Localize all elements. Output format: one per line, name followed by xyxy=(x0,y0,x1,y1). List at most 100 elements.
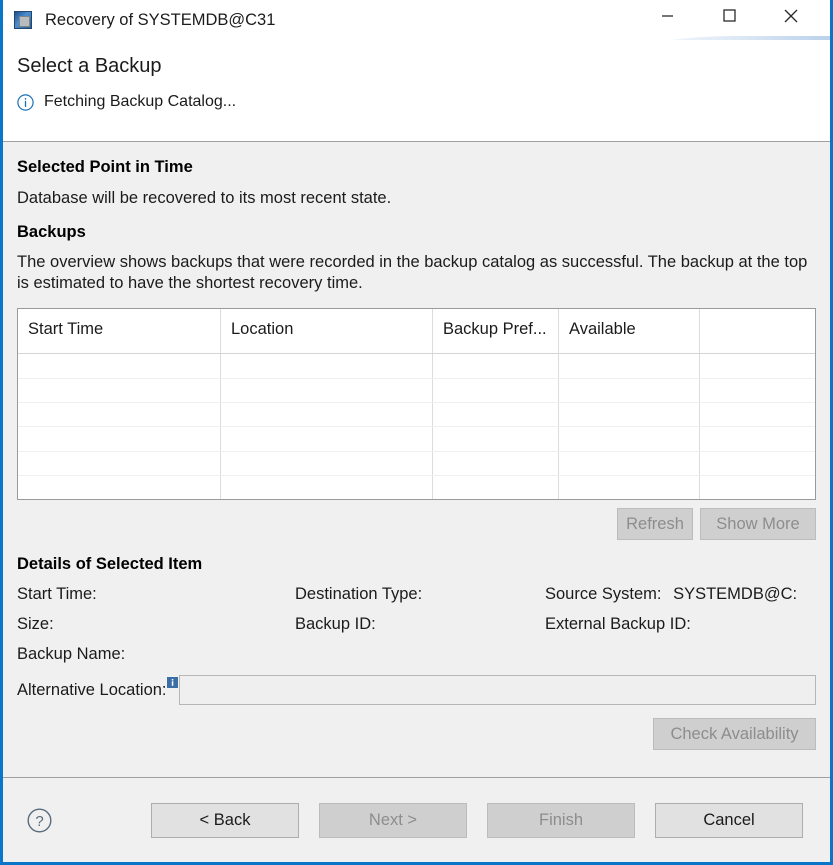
window-title: Recovery of SYSTEMDB@C31 xyxy=(45,10,276,29)
table-cell xyxy=(559,402,700,427)
detail-start-time: Start Time: xyxy=(17,585,295,604)
table-actions: Refresh Show More xyxy=(17,508,816,541)
backups-table[interactable]: Start Time Location Backup Pref... Avail… xyxy=(17,308,816,501)
detail-label: Start Time: xyxy=(17,585,97,604)
table-cell xyxy=(559,378,700,402)
cancel-button[interactable]: Cancel xyxy=(655,802,803,838)
status-row: Fetching Backup Catalog... xyxy=(17,93,830,111)
minimize-button[interactable] xyxy=(644,0,690,31)
detail-source-system: Source System: SYSTEMDB@C: xyxy=(545,585,816,604)
detail-destination-type: Destination Type: xyxy=(295,585,545,604)
detail-label: External Backup ID: xyxy=(545,615,691,634)
table-header-row: Start Time Location Backup Pref... Avail… xyxy=(18,309,815,355)
table-cell xyxy=(433,427,559,451)
detail-backup-id: Backup ID: xyxy=(295,615,545,634)
table-cell xyxy=(433,451,559,475)
table-cell xyxy=(700,476,815,499)
check-availability-button[interactable]: Check Availability xyxy=(653,718,816,751)
table-cell xyxy=(559,475,700,500)
detail-label: Destination Type: xyxy=(295,585,423,604)
table-cell xyxy=(18,354,221,378)
table-cell xyxy=(433,354,559,378)
detail-external-backup-id: External Backup ID: xyxy=(545,615,816,634)
table-cell xyxy=(18,378,221,402)
database-window-icon xyxy=(14,11,32,29)
title-bar: Recovery of SYSTEMDB@C31 xyxy=(3,0,830,68)
info-icon xyxy=(17,93,34,111)
close-button[interactable] xyxy=(768,0,814,31)
details-row-1: Start Time: Destination Type: Source Sys… xyxy=(17,574,816,604)
table-body xyxy=(18,354,815,500)
table-row[interactable] xyxy=(18,451,815,476)
wizard-footer: ? < Back Next > Finish Cancel xyxy=(3,778,830,862)
detail-backup-name: Backup Name: xyxy=(17,645,295,664)
column-header-location[interactable]: Location xyxy=(221,309,433,354)
table-cell xyxy=(221,402,433,427)
recovery-wizard-window: Recovery of SYSTEMDB@C31 Select a Backup xyxy=(0,0,833,865)
detail-label: Size: xyxy=(17,615,54,634)
details-row-3: Backup Name: xyxy=(17,634,816,664)
info-badge-icon[interactable] xyxy=(166,677,178,689)
table-cell xyxy=(700,427,815,450)
show-more-button[interactable]: Show More xyxy=(700,508,816,541)
point-in-time-heading: Selected Point in Time xyxy=(17,158,193,176)
table-row[interactable] xyxy=(18,427,815,452)
column-header-backup-prefix[interactable]: Backup Pref... xyxy=(433,309,559,354)
column-header-available[interactable]: Available xyxy=(559,309,700,354)
table-cell xyxy=(221,354,433,378)
backups-heading: Backups xyxy=(17,223,86,242)
table-cell xyxy=(700,354,815,377)
details-heading: Details of Selected Item xyxy=(17,555,203,574)
table-cell xyxy=(18,402,221,427)
details-row-2: Size: Backup ID: External Backup ID: xyxy=(17,604,816,634)
table-row[interactable] xyxy=(18,475,815,500)
table-cell xyxy=(221,378,433,402)
table-cell xyxy=(433,378,559,402)
table-row[interactable] xyxy=(18,402,815,428)
alternative-location-input[interactable] xyxy=(178,675,816,706)
table-cell xyxy=(700,403,815,426)
finish-button[interactable]: Finish xyxy=(487,802,635,838)
table-cell xyxy=(18,475,221,500)
point-in-time-description: Database will be recovered to its most r… xyxy=(17,189,392,207)
table-row[interactable] xyxy=(18,378,815,403)
table-cell xyxy=(221,451,433,475)
refresh-button[interactable]: Refresh xyxy=(617,508,693,541)
table-cell xyxy=(433,402,559,427)
footer-buttons: < Back Next > Finish Cancel xyxy=(151,802,803,838)
table-cell xyxy=(559,427,700,451)
table-cell xyxy=(700,452,815,475)
table-cell xyxy=(559,451,700,475)
detail-label: Backup ID: xyxy=(295,615,376,634)
table-cell xyxy=(700,379,815,402)
check-availability-row: Check Availability xyxy=(17,718,816,751)
detail-label: Source System: xyxy=(545,585,662,604)
table-cell xyxy=(221,427,433,451)
status-text: Fetching Backup Catalog... xyxy=(44,93,237,110)
table-row[interactable] xyxy=(18,354,815,379)
table-cell xyxy=(221,475,433,500)
next-button[interactable]: Next > xyxy=(319,802,467,838)
detail-value: SYSTEMDB@C: xyxy=(673,585,798,604)
minimize-icon xyxy=(661,15,673,17)
alternative-location-row: Alternative Location: xyxy=(17,664,816,706)
wizard-header: Select a Backup Fetching Backup Catalog.… xyxy=(3,40,830,142)
back-button[interactable]: < Back xyxy=(151,802,299,838)
help-icon[interactable]: ? xyxy=(27,807,52,833)
maximize-icon xyxy=(722,9,736,22)
wizard-body: Selected Point in Time Database will be … xyxy=(3,142,830,778)
table-cell xyxy=(18,451,221,475)
alternative-location-label: Alternative Location: xyxy=(17,680,167,699)
column-header-start-time[interactable]: Start Time xyxy=(18,309,221,354)
column-header-spacer[interactable] xyxy=(700,309,815,353)
detail-size: Size: xyxy=(17,615,295,634)
table-cell xyxy=(18,427,221,451)
table-cell xyxy=(559,354,700,378)
backups-description: The overview shows backups that were rec… xyxy=(17,253,808,293)
maximize-button[interactable] xyxy=(706,0,752,31)
page-title: Select a Backup xyxy=(17,55,162,77)
detail-label: Backup Name: xyxy=(17,645,126,664)
table-cell xyxy=(433,475,559,500)
svg-text:?: ? xyxy=(35,813,43,830)
close-icon xyxy=(784,9,798,22)
